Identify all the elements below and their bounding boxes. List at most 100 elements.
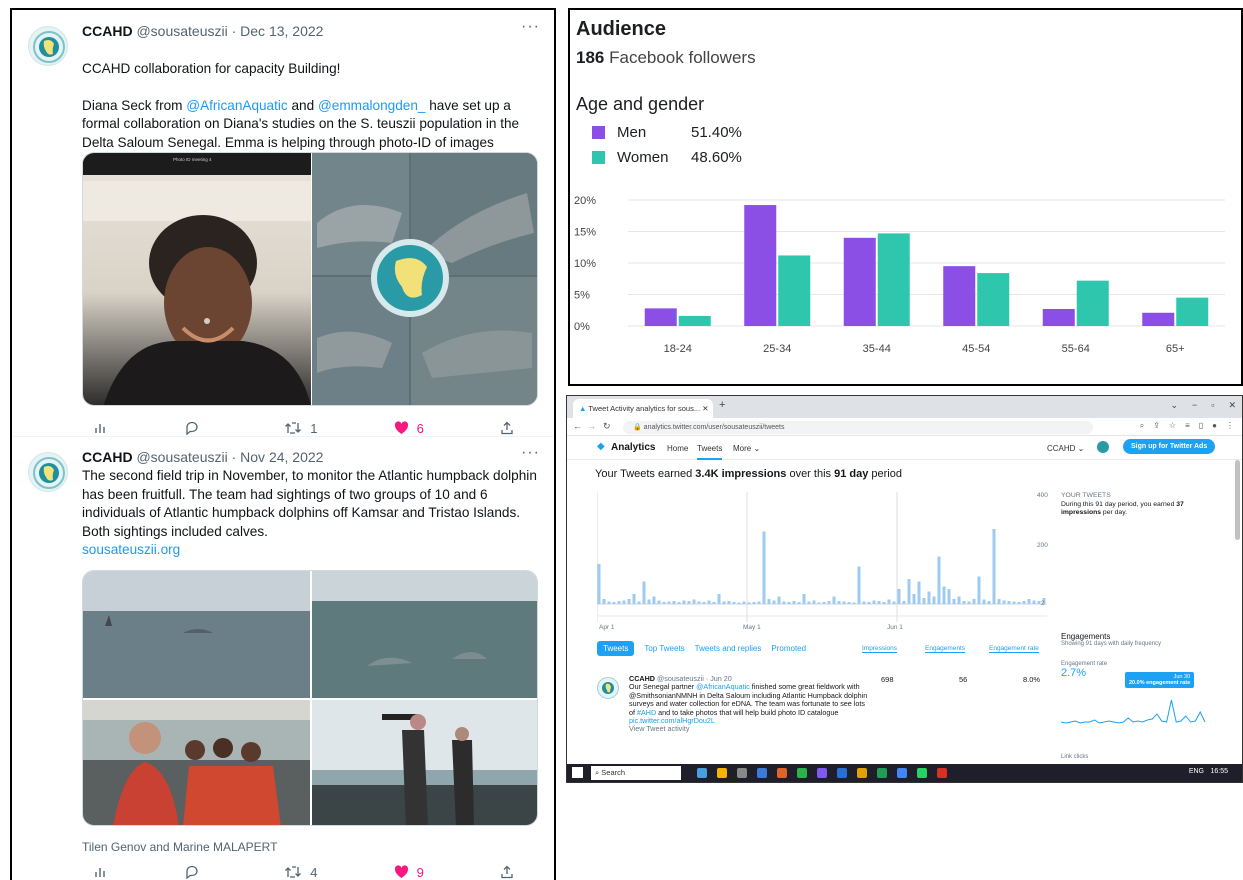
chevron-down-icon[interactable]: ⌄ (1170, 400, 1178, 411)
taskbar-search[interactable]: ⌕ Search (591, 766, 681, 780)
minimize-icon[interactable]: − (1192, 400, 1197, 411)
taskbar-app-icon[interactable] (697, 768, 707, 778)
analytics-tweet[interactable]: CCAHD @sousateuszii · Jun 20 Our Senegal… (629, 674, 869, 734)
signup-ads-button[interactable]: Sign up for Twitter Ads (1123, 439, 1216, 454)
taskbar-app-icon[interactable] (797, 768, 807, 778)
taskbar-app-icon[interactable] (717, 768, 727, 778)
col-engagements[interactable]: Engagements (925, 645, 966, 653)
taskbar-app-icon[interactable] (837, 768, 847, 778)
nav-home[interactable]: Home (667, 444, 688, 453)
back-icon[interactable]: ← (573, 421, 582, 431)
author-handle[interactable]: @sousateuszii (136, 449, 227, 465)
sea-photo-2[interactable] (312, 571, 537, 698)
impression-bar (927, 591, 931, 604)
taskbar-app-icon[interactable] (737, 768, 747, 778)
url-field[interactable]: 🔒 analytics.twitter.com/user/sousateuszi… (623, 421, 1093, 434)
tab-tweets[interactable]: Tweets (597, 641, 635, 656)
photographers-photo[interactable] (312, 700, 537, 825)
tweet-date[interactable]: · Nov 24, 2022 (232, 449, 324, 465)
forward-icon[interactable]: → (587, 421, 596, 431)
maximize-icon[interactable]: ▫ (1211, 400, 1214, 411)
sidebar-icon[interactable]: ▯ (1199, 421, 1203, 431)
windows-start-icon[interactable] (572, 767, 583, 778)
views-button[interactable] (94, 865, 108, 879)
account-menu[interactable]: CCAHD ⌄ (1047, 444, 1084, 453)
search-icon: ⌕ (595, 768, 600, 777)
team-boat-photo[interactable] (83, 700, 310, 825)
impression-bar (1017, 602, 1021, 604)
tweet-media[interactable]: Photo ID meeting 4 (82, 152, 538, 406)
video-call-photo[interactable]: Photo ID meeting 4 (83, 153, 311, 405)
view-tweet-activity[interactable]: View Tweet activity (629, 724, 689, 733)
col-impressions[interactable]: Impressions (862, 645, 898, 653)
share-button[interactable] (500, 865, 514, 879)
impression-bar (1032, 600, 1036, 604)
y-label-400: 400 (1037, 492, 1048, 499)
analytics-nav: ◆ Analytics Home Tweets More ⌄ CCAHD ⌄ S… (567, 436, 1242, 460)
menu-icon[interactable]: ⋮ (1226, 421, 1234, 431)
like-button[interactable]: 6 (394, 421, 424, 436)
impression-bar (887, 599, 891, 604)
analytics-tweet-avatar[interactable] (597, 677, 619, 699)
taskbar-app-icon[interactable] (897, 768, 907, 778)
taskbar-app-icon[interactable] (777, 768, 787, 778)
taskbar-app-icon[interactable] (817, 768, 827, 778)
tweet-nov-24[interactable]: CCAHD @sousateuszii · Nov 24, 2022 ··· T… (26, 444, 546, 880)
mention-africanaquatic[interactable]: @AfricanAquatic (186, 98, 287, 113)
author-handle[interactable]: @sousateuszii (136, 23, 227, 39)
taskbar-app-icon[interactable] (757, 768, 767, 778)
ccahd-avatar[interactable] (28, 452, 68, 492)
reading-list-icon[interactable]: ≡ (1185, 421, 1190, 431)
taskbar-app-icon[interactable] (857, 768, 867, 778)
more-options-icon[interactable]: ··· (521, 18, 540, 36)
author-name[interactable]: CCAHD (82, 449, 133, 465)
mention-emmalongden[interactable]: @emmalongden_ (318, 98, 426, 113)
impression-bar (657, 600, 661, 604)
scrollbar[interactable] (1235, 460, 1240, 540)
taskbar-app-icon[interactable] (937, 768, 947, 778)
analytics-brand[interactable]: Analytics (611, 442, 655, 453)
profile-icon[interactable]: ● (1212, 421, 1217, 431)
nav-tweets[interactable]: Tweets (697, 444, 723, 460)
nav-more[interactable]: More ⌄ (733, 444, 760, 453)
taskbar-app-icon[interactable] (917, 768, 927, 778)
tab-promoted[interactable]: Promoted (771, 644, 806, 653)
website-link[interactable]: sousateuszii.org (82, 541, 546, 560)
impression-bar (932, 596, 936, 604)
share-button[interactable] (500, 421, 514, 435)
share-icon[interactable]: ⇪ (1153, 421, 1160, 431)
retweet-button[interactable]: 4 (284, 865, 317, 880)
dolphin-sea-image (312, 571, 537, 698)
search-icon[interactable]: ⌕ (1140, 421, 1144, 431)
dolphin-collage[interactable] (312, 153, 537, 405)
tweet-date[interactable]: · Dec 13, 2022 (232, 23, 324, 39)
account-avatar-icon[interactable] (1097, 441, 1109, 453)
star-icon[interactable]: ☆ (1169, 421, 1176, 431)
retweet-icon (285, 422, 302, 434)
close-icon[interactable]: ✕ (702, 404, 708, 413)
impression-bar (797, 602, 801, 604)
tweet-media[interactable] (82, 570, 538, 826)
reply-button[interactable] (184, 864, 208, 880)
impression-bar (757, 601, 761, 604)
taskbar-app-icon[interactable] (877, 768, 887, 778)
impression-bar (707, 600, 711, 604)
tweet-dec-13[interactable]: CCAHD @sousateuszii · Dec 13, 2022 ··· C… (26, 18, 546, 436)
reload-icon[interactable]: ↻ (603, 421, 611, 432)
author-name[interactable]: CCAHD (82, 23, 133, 39)
like-button[interactable]: 9 (394, 865, 424, 880)
views-button[interactable] (94, 421, 108, 435)
impression-bar (792, 601, 796, 604)
more-options-icon[interactable]: ··· (521, 444, 540, 462)
new-tab-icon[interactable]: + (719, 399, 725, 411)
retweet-button[interactable]: 1 (284, 421, 317, 436)
ccahd-avatar[interactable] (28, 26, 68, 66)
browser-tab[interactable]: ▲ Tweet Activity analytics for sous... ✕ (573, 399, 713, 418)
tab-tweets-replies[interactable]: Tweets and replies (695, 644, 762, 653)
col-engagement-rate[interactable]: Engagement rate (989, 645, 1039, 653)
close-window-icon[interactable]: ✕ (1228, 400, 1236, 411)
tab-top-tweets[interactable]: Top Tweets (644, 644, 684, 653)
reply-button[interactable] (184, 420, 208, 436)
impression-bar (962, 601, 966, 604)
sea-photo-1[interactable] (83, 571, 310, 698)
